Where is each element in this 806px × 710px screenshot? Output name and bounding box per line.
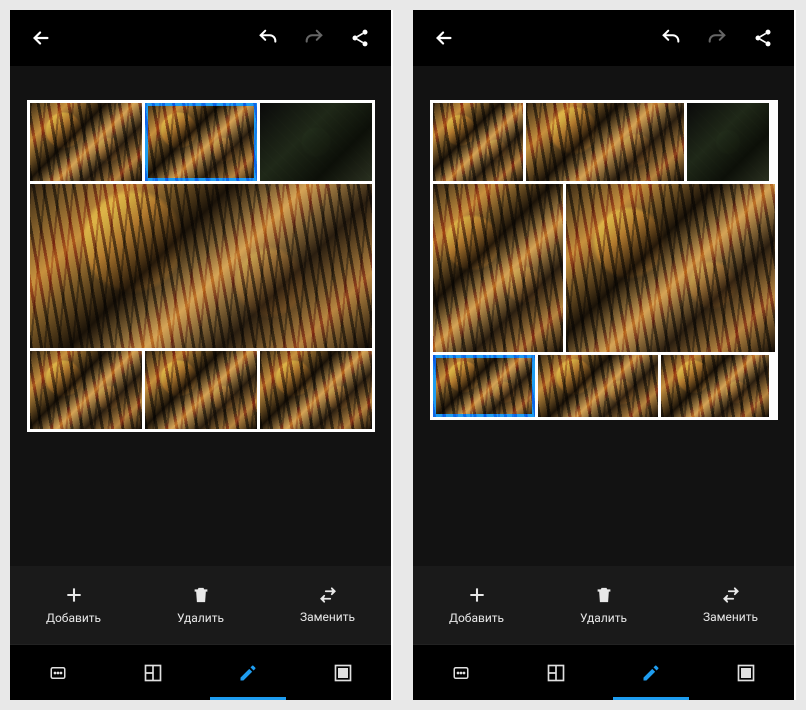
- add-button[interactable]: Добавить: [10, 566, 137, 644]
- collage-cell[interactable]: [30, 351, 142, 429]
- top-toolbar: [10, 10, 391, 66]
- delete-label: Удалить: [177, 611, 224, 625]
- aspect-icon: [47, 664, 69, 682]
- canvas-area: [10, 66, 391, 566]
- collage-cell[interactable]: [433, 103, 523, 181]
- collage-cell[interactable]: [260, 351, 372, 429]
- redo-button: [295, 19, 333, 57]
- plus-icon: [64, 585, 84, 605]
- add-label: Добавить: [449, 611, 504, 625]
- collage-cell[interactable]: [30, 184, 372, 348]
- delete-label: Удалить: [580, 611, 627, 625]
- collage-cell[interactable]: [538, 355, 658, 417]
- collage: [27, 100, 375, 432]
- share-button[interactable]: [341, 19, 379, 57]
- tab-border[interactable]: [699, 645, 794, 700]
- replace-button[interactable]: Заменить: [264, 566, 391, 644]
- screen-left: Добавить Удалить Заменить: [10, 10, 393, 700]
- collage-cell[interactable]: [687, 103, 769, 181]
- pencil-icon: [238, 663, 258, 683]
- collage-cell[interactable]: [433, 184, 563, 352]
- collage-cell[interactable]: [661, 355, 769, 417]
- tab-layout[interactable]: [508, 645, 603, 700]
- aspect-icon: [450, 664, 472, 682]
- screen-right: Добавить Удалить Заменить: [413, 10, 796, 700]
- collage-cell[interactable]: [145, 103, 257, 181]
- tab-layout[interactable]: [105, 645, 200, 700]
- action-strip: Добавить Удалить Заменить: [413, 566, 794, 644]
- share-button[interactable]: [744, 19, 782, 57]
- tab-bar: [10, 644, 391, 700]
- delete-button[interactable]: Удалить: [137, 566, 264, 644]
- collage-cell[interactable]: [145, 351, 257, 429]
- undo-button[interactable]: [249, 19, 287, 57]
- top-toolbar: [413, 10, 794, 66]
- tab-edit[interactable]: [201, 645, 296, 700]
- collage-cell[interactable]: [30, 103, 142, 181]
- replace-label: Заменить: [703, 610, 758, 624]
- trash-icon: [595, 585, 613, 605]
- delete-button[interactable]: Удалить: [540, 566, 667, 644]
- plus-icon: [467, 585, 487, 605]
- collage-cell[interactable]: [566, 184, 775, 352]
- swap-icon: [317, 586, 339, 604]
- back-button[interactable]: [425, 19, 463, 57]
- tab-aspect[interactable]: [413, 645, 508, 700]
- pencil-icon: [641, 663, 661, 683]
- back-button[interactable]: [22, 19, 60, 57]
- swap-icon: [720, 586, 742, 604]
- trash-icon: [192, 585, 210, 605]
- canvas-area: [413, 66, 794, 566]
- tab-aspect[interactable]: [10, 645, 105, 700]
- collage: [430, 100, 778, 420]
- replace-button[interactable]: Заменить: [667, 566, 794, 644]
- layout-icon: [546, 663, 566, 683]
- tab-edit[interactable]: [604, 645, 699, 700]
- undo-button[interactable]: [652, 19, 690, 57]
- tab-bar: [413, 644, 794, 700]
- border-icon: [736, 663, 756, 683]
- collage-cell[interactable]: [526, 103, 684, 181]
- tab-border[interactable]: [296, 645, 391, 700]
- layout-icon: [143, 663, 163, 683]
- border-icon: [333, 663, 353, 683]
- add-label: Добавить: [46, 611, 101, 625]
- collage-cell[interactable]: [260, 103, 372, 181]
- replace-label: Заменить: [300, 610, 355, 624]
- collage-cell[interactable]: [433, 355, 535, 417]
- add-button[interactable]: Добавить: [413, 566, 540, 644]
- action-strip: Добавить Удалить Заменить: [10, 566, 391, 644]
- redo-button: [698, 19, 736, 57]
